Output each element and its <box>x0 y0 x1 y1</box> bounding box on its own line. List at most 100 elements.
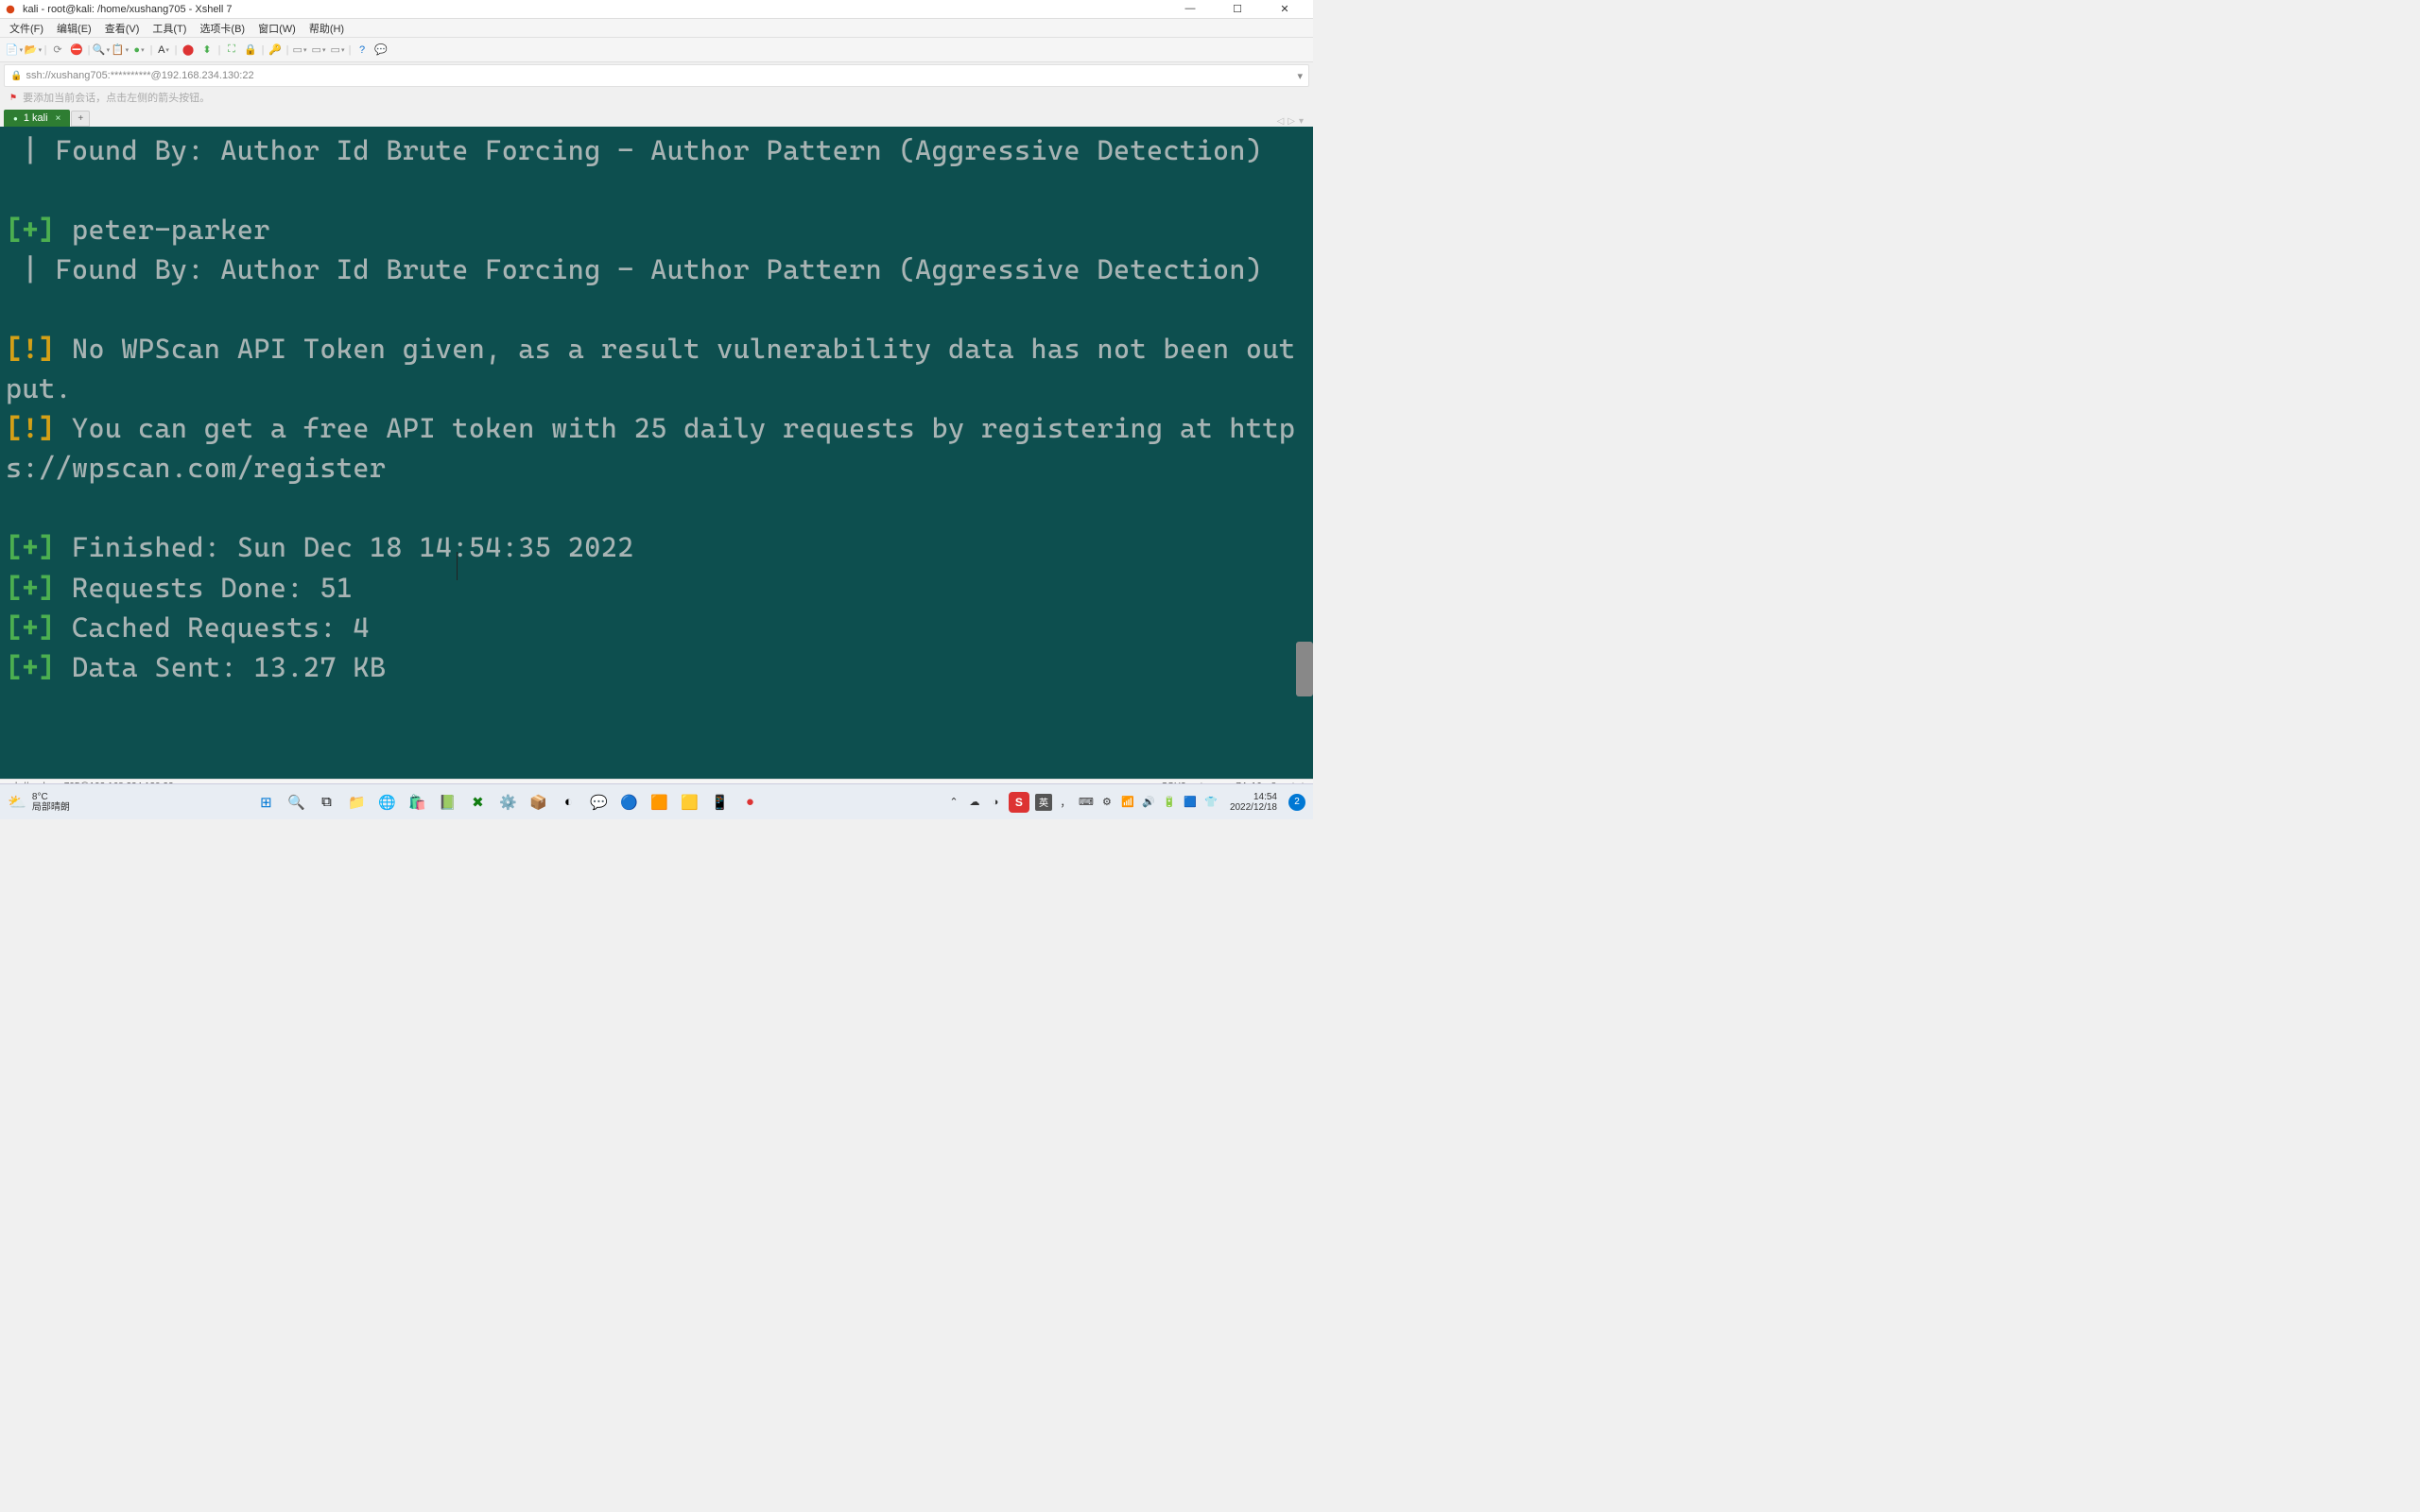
terminal-line: Requests Done: 51 <box>55 572 353 604</box>
xbox-icon[interactable]: ✖ <box>464 789 491 816</box>
transfer-icon[interactable]: ⬍ <box>199 42 216 59</box>
bookmark-flag-icon[interactable]: ⚑ <box>9 93 17 103</box>
ime-keyboard-icon[interactable]: ⌨ <box>1079 795 1094 810</box>
minimize-button[interactable]: — <box>1173 3 1207 15</box>
address-dropdown-icon[interactable]: ▾ <box>1297 70 1303 82</box>
menu-help[interactable]: 帮助(H) <box>303 19 350 38</box>
ime-sogou-icon[interactable]: S <box>1009 792 1029 813</box>
search-taskbar-icon[interactable]: 🔍 <box>283 789 309 816</box>
font-icon[interactable]: A <box>155 42 172 59</box>
edge-icon[interactable]: 🌐 <box>373 789 400 816</box>
lock-icon[interactable]: 🔒 <box>242 42 259 59</box>
tab-label: 1 kali <box>24 112 48 124</box>
xftp-icon[interactable]: ⬤ <box>180 42 197 59</box>
taskbar-tray: ⌃ ☁ ◑ S 英 ， ⌨ ⚙ 📶 🔊 🔋 🟦 👕 14:54 2022/12/… <box>946 792 1305 813</box>
steam-icon[interactable]: ◐ <box>555 789 581 816</box>
tray-extra2-icon[interactable]: 👕 <box>1203 795 1219 810</box>
terminal-line: You can get a free API token with 25 dai… <box>6 412 1295 484</box>
terminal-output[interactable]: | Found By: Author Id Brute Forcing - Au… <box>0 127 1313 779</box>
wifi-icon[interactable]: 📶 <box>1120 795 1135 810</box>
tab-kali[interactable]: ● 1 kali × <box>4 110 70 127</box>
tab-status-icon: ● <box>13 114 18 123</box>
feedback-icon[interactable]: 💬 <box>372 42 389 59</box>
separator: | <box>87 42 91 59</box>
tab-close-icon[interactable]: × <box>56 113 61 124</box>
disconnect-icon[interactable]: ⛔ <box>68 42 85 59</box>
close-button[interactable]: ✕ <box>1268 3 1302 15</box>
search-icon[interactable]: 🔍 <box>93 42 110 59</box>
reconnect-icon[interactable]: ⟳ <box>49 42 66 59</box>
start-icon[interactable]: ⊞ <box>252 789 279 816</box>
app3-icon[interactable]: 🟨 <box>676 789 702 816</box>
separator: | <box>174 42 178 59</box>
layout1-icon[interactable]: ▭ <box>291 42 308 59</box>
fullscreen-icon[interactable]: ⛶ <box>223 42 240 59</box>
open-icon[interactable]: 📂 <box>25 42 42 59</box>
taskbar-center: ⊞ 🔍 ⧉ 📁 🌐 🛍️ 📗 ✖ ⚙️ 📦 ◐ 💬 🔵 🟧 🟨 📱 ● <box>70 789 946 816</box>
address-bar[interactable]: 🔒 ssh://xushang705:**********@192.168.23… <box>4 64 1309 87</box>
app1-icon[interactable]: 📗 <box>434 789 460 816</box>
ime-punct-icon[interactable]: ， <box>1058 795 1073 810</box>
settings-icon[interactable]: ⚙️ <box>494 789 521 816</box>
menu-tools[interactable]: 工具(T) <box>147 19 192 38</box>
volume-icon[interactable]: 🔊 <box>1141 795 1156 810</box>
keys-icon[interactable]: 🔑 <box>267 42 284 59</box>
window-title: kali - root@kali: /home/xushang705 - Xsh… <box>23 4 1173 15</box>
separator: | <box>261 42 265 59</box>
menu-bar: 文件(F) 编辑(E) 查看(V) 工具(T) 选项卡(B) 窗口(W) 帮助(… <box>0 19 1313 38</box>
tab-prev-icon[interactable]: ◁ <box>1277 116 1285 127</box>
app2-icon[interactable]: 🟧 <box>646 789 672 816</box>
onedrive-icon[interactable]: ☁ <box>967 795 982 810</box>
xshell-taskbar-icon[interactable]: ● <box>736 789 763 816</box>
menu-file[interactable]: 文件(F) <box>4 19 49 38</box>
terminal-line: Finished: Sun Dec 18 14:54:35 2022 <box>55 531 633 563</box>
explorer-icon[interactable]: 📁 <box>343 789 370 816</box>
tab-next-icon[interactable]: ▷ <box>1288 116 1295 127</box>
terminal-line: | Found By: Author Id Brute Forcing - Au… <box>6 134 1262 166</box>
chrome-icon[interactable]: 🔵 <box>615 789 642 816</box>
ime-settings-icon[interactable]: ⚙ <box>1099 795 1115 810</box>
weather-desc: 局部晴朗 <box>32 802 70 813</box>
taskview-icon[interactable]: ⧉ <box>313 789 339 816</box>
terminal-line: Data Sent: 13.27 KB <box>55 651 386 683</box>
battery-icon[interactable]: 🔋 <box>1162 795 1177 810</box>
session-tab-bar: ● 1 kali × + ◁ ▷ ▾ <box>0 106 1313 127</box>
vmware-icon[interactable]: 📦 <box>525 789 551 816</box>
plus-marker: [+] <box>6 651 55 683</box>
phone-icon[interactable]: 📱 <box>706 789 733 816</box>
layout2-icon[interactable]: ▭ <box>310 42 327 59</box>
tray-extra1-icon[interactable]: 🟦 <box>1183 795 1198 810</box>
plus-marker: [+] <box>6 214 55 246</box>
store-icon[interactable]: 🛍️ <box>404 789 430 816</box>
maximize-button[interactable]: ☐ <box>1220 3 1254 15</box>
menu-edit[interactable]: 编辑(E) <box>51 19 97 38</box>
tray-chevron-icon[interactable]: ⌃ <box>946 795 961 810</box>
taskbar-clock[interactable]: 14:54 2022/12/18 <box>1230 792 1277 813</box>
weather-icon: ⛅ <box>8 793 26 812</box>
tray-app-icon[interactable]: ◑ <box>988 795 1003 810</box>
window-controls: — ☐ ✕ <box>1173 3 1309 15</box>
xshell-icon <box>4 3 17 16</box>
wechat-icon[interactable]: 💬 <box>585 789 612 816</box>
terminal-scrollbar[interactable] <box>1296 642 1313 696</box>
taskbar-weather[interactable]: ⛅ 8°C 局部晴朗 <box>8 792 70 813</box>
menu-window[interactable]: 窗口(W) <box>252 19 302 38</box>
plus-marker: [+] <box>6 572 55 604</box>
notification-badge[interactable]: 2 <box>1288 794 1305 811</box>
ime-lang-badge[interactable]: 英 <box>1035 794 1052 811</box>
separator: | <box>43 42 47 59</box>
tab-nav: ◁ ▷ ▾ <box>1277 116 1309 127</box>
color-icon[interactable]: ● <box>130 42 147 59</box>
tab-list-icon[interactable]: ▾ <box>1299 116 1304 127</box>
help-icon[interactable]: ? <box>354 42 371 59</box>
separator: | <box>285 42 289 59</box>
copy-icon[interactable]: 📋 <box>112 42 129 59</box>
new-session-icon[interactable]: 📄 <box>6 42 23 59</box>
plus-marker: [+] <box>6 531 55 563</box>
separator: | <box>217 42 221 59</box>
separator: | <box>348 42 352 59</box>
menu-view[interactable]: 查看(V) <box>99 19 146 38</box>
layout3-icon[interactable]: ▭ <box>329 42 346 59</box>
new-tab-button[interactable]: + <box>71 111 90 127</box>
menu-tabs[interactable]: 选项卡(B) <box>194 19 251 38</box>
